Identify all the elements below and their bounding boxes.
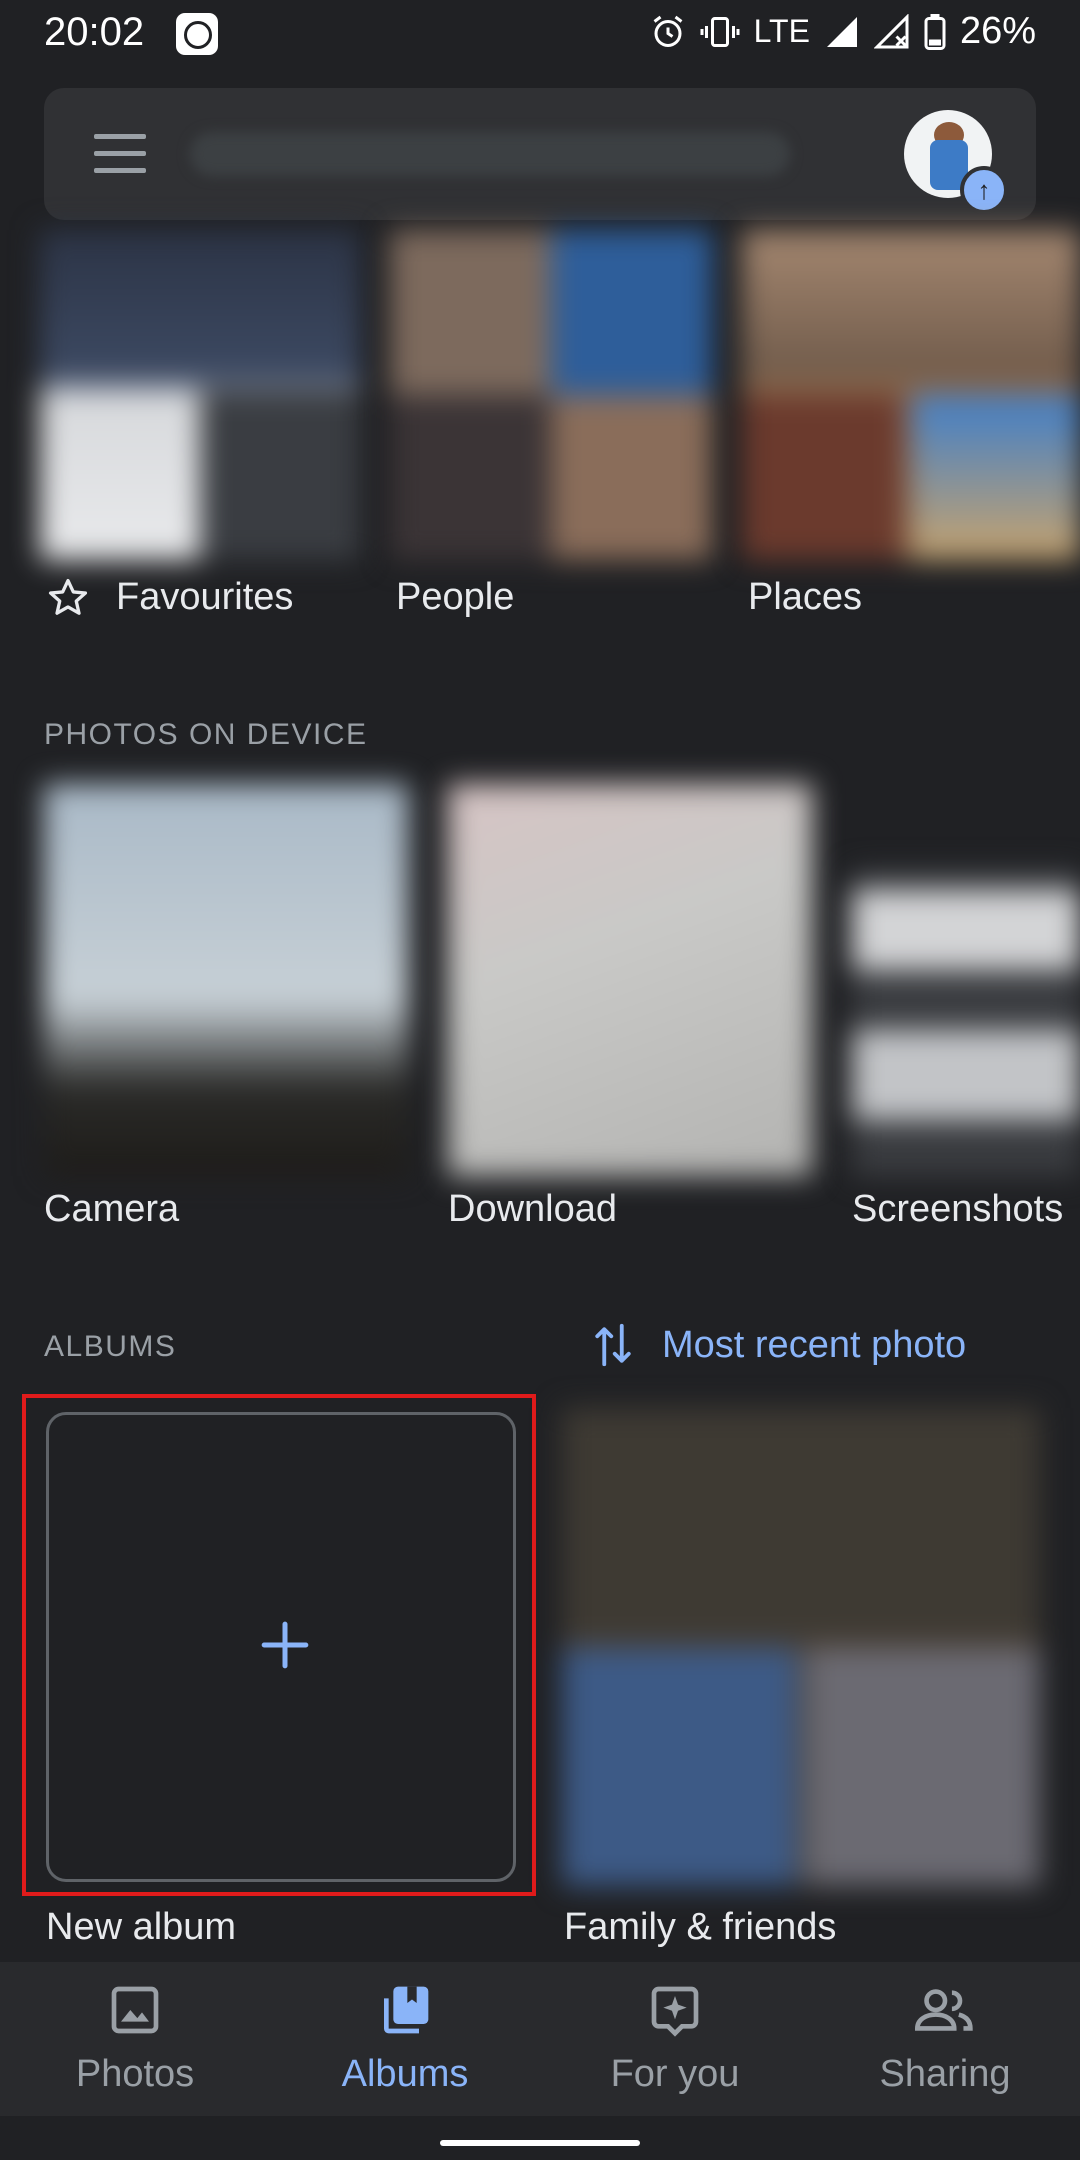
star-outline-icon <box>48 578 88 615</box>
nav-albums[interactable]: Albums <box>270 1982 540 2096</box>
download-label[interactable]: Download <box>448 1188 617 1231</box>
screenshots-label[interactable]: Screenshots <box>852 1188 1063 1231</box>
plus-icon <box>261 1621 309 1669</box>
nav-sharing[interactable]: Sharing <box>810 1982 1080 2096</box>
alarm-icon <box>653 15 683 47</box>
photo-icon <box>111 1986 159 2034</box>
mi-notification-icon <box>176 13 218 55</box>
places-thumbnail[interactable] <box>742 230 1080 560</box>
nav-sharing-label: Sharing <box>879 2053 1011 2095</box>
search-input[interactable] <box>190 132 790 176</box>
camera-label[interactable]: Camera <box>44 1188 179 1231</box>
favourites-label[interactable]: Favourites <box>116 576 293 619</box>
family-friends-thumbnail[interactable] <box>562 1408 1040 1886</box>
people-icon <box>914 1989 973 2031</box>
nav-for-you-label: For you <box>610 2053 740 2095</box>
nav-photos[interactable]: Photos <box>0 1982 270 2096</box>
new-album-label[interactable]: New album <box>46 1906 236 1949</box>
sort-most-recent-button[interactable]: Most recent photo <box>662 1324 966 1367</box>
nav-for-you[interactable]: For you <box>540 1982 810 2096</box>
status-time: 20:02 <box>44 10 145 54</box>
family-friends-label[interactable]: Family & friends <box>564 1906 836 1949</box>
vibrate-icon <box>700 16 740 47</box>
signal-icon <box>826 16 857 47</box>
status-icons: LTE 26% <box>650 10 1036 53</box>
places-label[interactable]: Places <box>748 576 862 619</box>
signal-no-sim-icon <box>873 13 909 48</box>
camera-thumbnail[interactable] <box>44 784 408 1176</box>
backup-upload-icon: ↑ <box>960 166 1008 214</box>
download-thumbnail[interactable] <box>448 784 812 1176</box>
albums-heading: ALBUMS <box>44 1330 177 1363</box>
albums-icon <box>384 1986 429 2034</box>
nav-photos-label: Photos <box>75 2053 195 2095</box>
for-you-icon <box>651 1986 699 2037</box>
battery-icon <box>924 13 946 50</box>
battery-percent: 26% <box>959 10 1036 52</box>
gesture-bar[interactable] <box>440 2140 640 2146</box>
people-thumbnail[interactable] <box>390 230 712 560</box>
screenshots-thumbnail[interactable] <box>852 870 1080 1176</box>
hamburger-menu-icon[interactable] <box>94 134 146 174</box>
nav-albums-label: Albums <box>341 2053 469 2095</box>
photos-on-device-heading: PHOTOS ON DEVICE <box>44 718 368 751</box>
people-label[interactable]: People <box>396 576 514 619</box>
sort-icon[interactable] <box>592 1322 634 1368</box>
favourites-thumbnail[interactable] <box>40 230 360 560</box>
network-type: LTE <box>753 13 810 49</box>
